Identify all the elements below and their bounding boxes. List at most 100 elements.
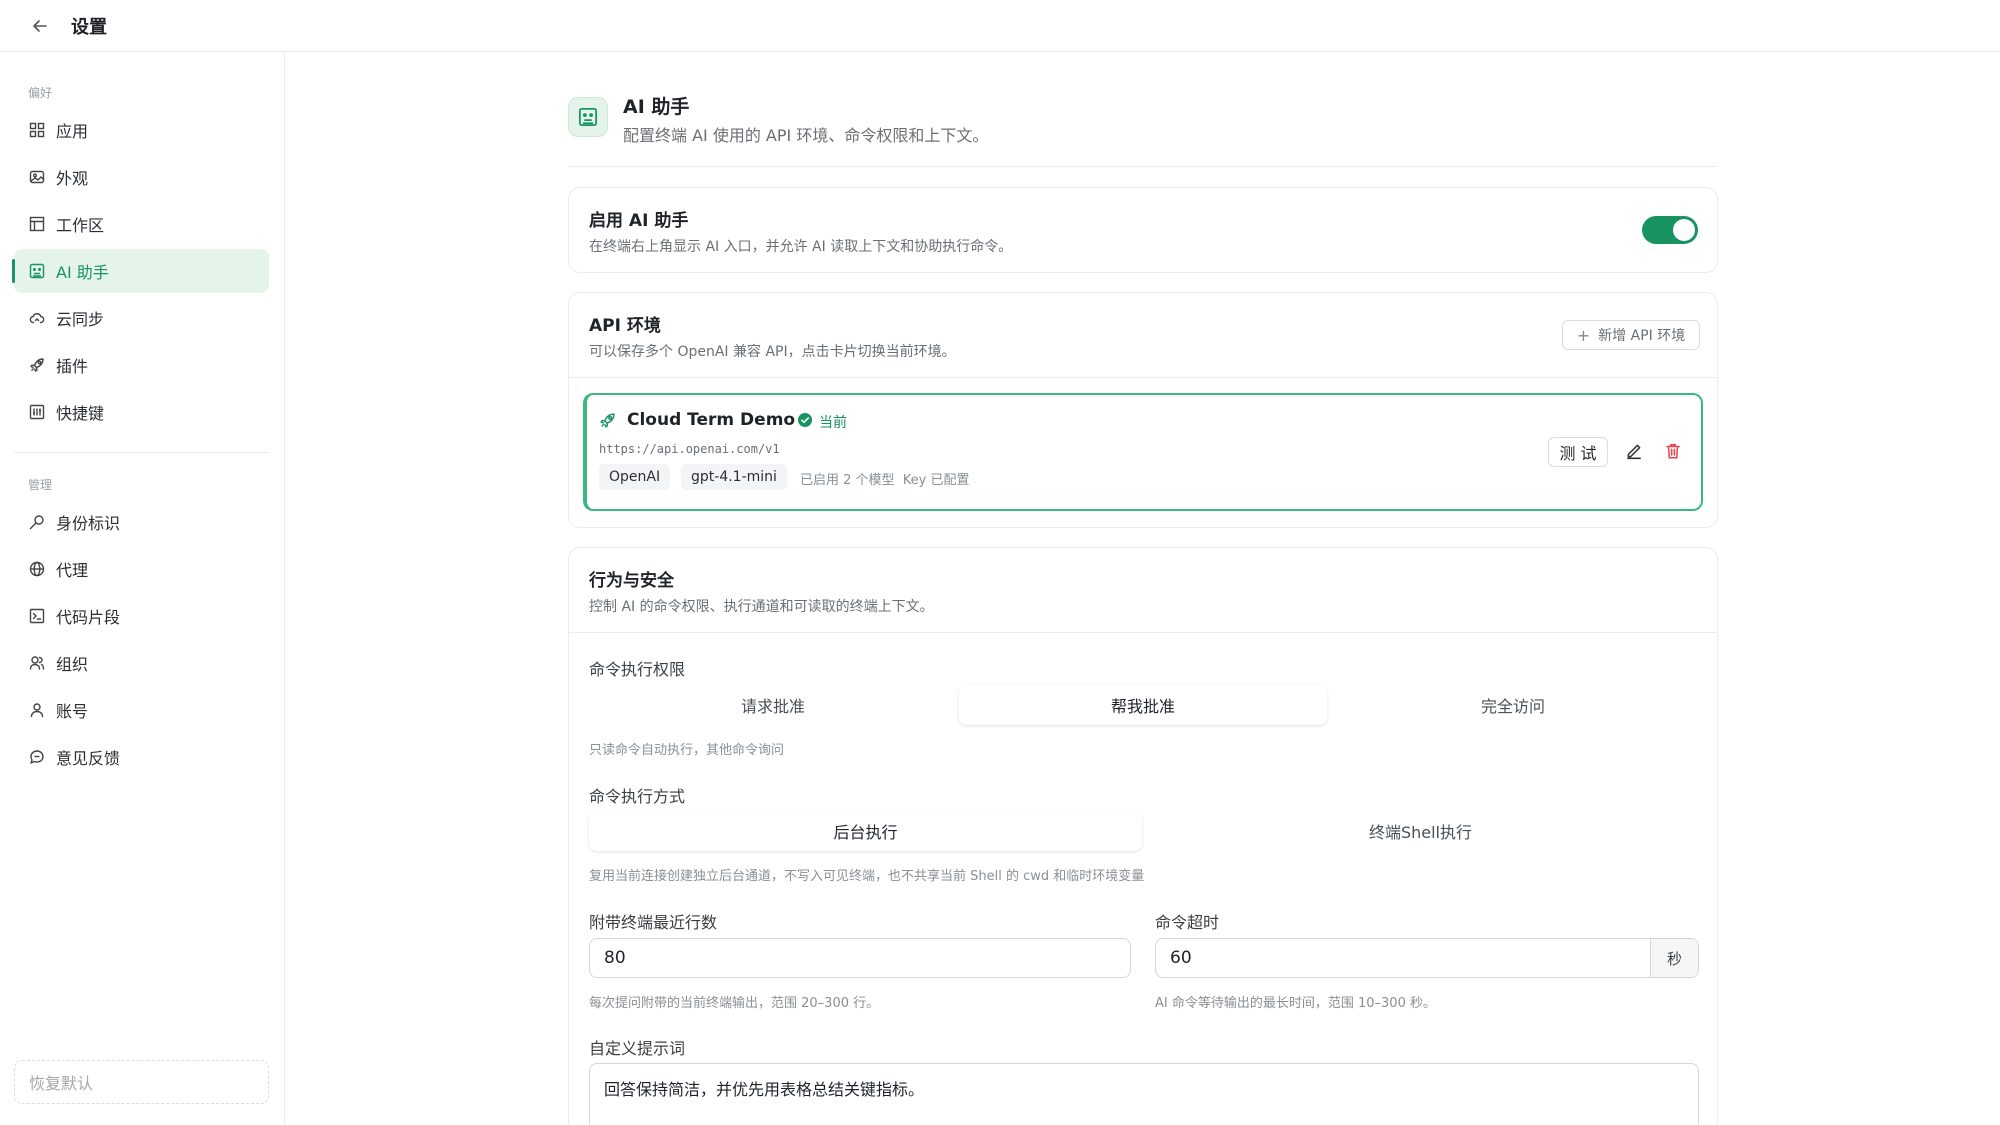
arrow-left-icon — [33, 19, 47, 32]
sidebar-divider — [14, 452, 269, 453]
sidebar-item-label: 应用 — [56, 122, 89, 141]
environment-name: Cloud Term Demo — [627, 410, 796, 430]
exec-mode-option-background[interactable]: 后台执行 — [589, 811, 1142, 851]
sidebar-item-label: 外观 — [56, 169, 89, 188]
sidebar-item-proxy[interactable]: 代理 — [14, 547, 269, 591]
api-environment-item[interactable]: Cloud Term Demo 当前 https://api.openai.co… — [583, 393, 1703, 511]
exec-mode-segmented-control: 后台执行 终端Shell执行 — [589, 811, 1699, 851]
ai-assistant-page-icon — [568, 97, 608, 137]
custom-prompt-textarea[interactable]: 回答保持简洁，并优先用表格总结关键指标。 — [589, 1063, 1699, 1125]
sidebar-item-workspace[interactable]: 工作区 — [14, 202, 269, 246]
behavior-security-card: 行为与安全 控制 AI 的命令权限、执行通道和可读取的终端上下文。 命令执行权限… — [568, 547, 1718, 1125]
permission-option-auto-approve[interactable]: 帮我批准 — [959, 685, 1327, 725]
recent-lines-hint: 每次提问附带的当前终端输出，范围 20–300 行。 — [589, 996, 880, 1011]
sidebar-item-label: 云同步 — [56, 310, 105, 329]
sidebar-item-label: 账号 — [56, 702, 89, 721]
toggle-knob — [1673, 219, 1695, 241]
permission-label: 命令执行权限 — [589, 660, 686, 679]
users-icon — [28, 654, 46, 672]
sidebar-item-apps[interactable]: 应用 — [14, 108, 269, 152]
sidebar-item-snippets[interactable]: 代码片段 — [14, 594, 269, 638]
reset-defaults-button[interactable]: 恢复默认 — [14, 1060, 269, 1104]
api-environment-title: API 环境 — [589, 316, 661, 336]
check-circle-icon — [797, 412, 813, 432]
page-description: 配置终端 AI 使用的 API 环境、命令权限和上下文。 — [623, 126, 989, 145]
exec-mode-option-terminal-shell[interactable]: 终端Shell执行 — [1144, 811, 1697, 851]
add-api-environment-button[interactable]: + 新增 API 环境 — [1562, 320, 1700, 350]
sidebar-item-label: AI 助手 — [56, 263, 109, 282]
sidebar-item-account[interactable]: 账号 — [14, 688, 269, 732]
bot-icon — [579, 108, 597, 126]
permission-hint: 只读命令自动执行，其他命令询问 — [589, 743, 785, 758]
settings-content: AI 助手 配置终端 AI 使用的 API 环境、命令权限和上下文。 启用 AI… — [286, 52, 2000, 1125]
terminal-icon — [28, 607, 46, 625]
sidebar-item-organization[interactable]: 组织 — [14, 641, 269, 685]
exec-mode-hint: 复用当前连接创建独立后台通道，不写入可见终端，也不共享当前 Shell 的 cw… — [589, 869, 1145, 884]
edit-icon[interactable] — [1625, 442, 1643, 464]
recent-lines-input[interactable]: 80 — [589, 938, 1131, 978]
layout-icon — [28, 215, 46, 233]
custom-prompt-label: 自定义提示词 — [589, 1039, 686, 1058]
timeout-input[interactable]: 60 秒 — [1155, 938, 1699, 978]
timeout-label: 命令超时 — [1155, 913, 1220, 932]
section-label-manage: 管理 — [28, 478, 53, 492]
sidebar-item-feedback[interactable]: 意见反馈 — [14, 735, 269, 779]
card-divider — [569, 377, 1717, 378]
current-status-badge: 当前 — [819, 415, 847, 431]
environment-meta: 已启用 2 个模型 Key 已配置 — [800, 473, 970, 488]
rocket-icon — [28, 356, 46, 374]
sidebar-item-shortcuts[interactable]: 快捷键 — [14, 390, 269, 434]
page-divider — [568, 166, 1718, 167]
section-label-preferences: 偏好 — [28, 86, 53, 100]
provider-tag: OpenAI — [599, 464, 671, 490]
top-bar: 设置 — [0, 0, 2000, 52]
permission-option-request-approval[interactable]: 请求批准 — [589, 685, 957, 725]
environment-url: https://api.openai.com/v1 — [599, 442, 780, 456]
timeout-hint: AI 命令等待输出的最长时间，范围 10–300 秒。 — [1155, 996, 1436, 1011]
enable-ai-card: 启用 AI 助手 在终端右上角显示 AI 入口，并允许 AI 读取上下文和协助执… — [568, 187, 1718, 273]
recent-lines-label: 附带终端最近行数 — [589, 913, 718, 932]
enable-ai-title: 启用 AI 助手 — [589, 211, 689, 231]
sidebar-item-label: 代码片段 — [56, 608, 121, 627]
card-divider — [569, 632, 1717, 633]
sidebar-item-label: 代理 — [56, 561, 89, 580]
permission-segmented-control: 请求批准 帮我批准 完全访问 — [589, 685, 1699, 725]
behavior-security-description: 控制 AI 的命令权限、执行通道和可读取的终端上下文。 — [589, 599, 934, 615]
delete-icon[interactable] — [1664, 442, 1682, 464]
sidebar-item-label: 快捷键 — [56, 404, 105, 423]
api-environment-description: 可以保存多个 OpenAI 兼容 API，点击卡片切换当前环境。 — [589, 344, 956, 360]
page-header-title: 设置 — [71, 16, 107, 38]
enable-ai-description: 在终端右上角显示 AI 入口，并允许 AI 读取上下文和协助执行命令。 — [589, 239, 1013, 255]
exec-mode-label: 命令执行方式 — [589, 787, 686, 806]
sidebar-item-label: 意见反馈 — [56, 749, 121, 768]
globe-icon — [28, 560, 46, 578]
enable-ai-toggle[interactable] — [1642, 216, 1698, 244]
sidebar-item-plugins[interactable]: 插件 — [14, 343, 269, 387]
rocket-icon — [599, 412, 616, 433]
sidebar-item-identities[interactable]: 身份标识 — [14, 500, 269, 544]
chat-icon — [28, 748, 46, 766]
sidebar-item-label: 工作区 — [56, 216, 105, 235]
key-icon — [28, 513, 46, 531]
back-button[interactable] — [20, 6, 60, 46]
sidebar-item-label: 插件 — [56, 357, 89, 376]
test-button[interactable]: 测 试 — [1548, 437, 1608, 467]
behavior-security-title: 行为与安全 — [589, 571, 674, 591]
sidebar-item-ai-assistant[interactable]: AI 助手 — [12, 249, 269, 293]
cloud-sync-icon — [28, 309, 46, 327]
page-title: AI 助手 — [623, 96, 690, 118]
sidebar-item-cloud-sync[interactable]: 云同步 — [14, 296, 269, 340]
timeout-value: 60 — [1170, 948, 1192, 968]
sidebar-item-label: 身份标识 — [56, 514, 121, 533]
sidebar: 偏好 应用 外观 工作区 AI 助手 云同步 插件 快捷键 管理 身份标识 代理… — [0, 52, 285, 1125]
bot-icon — [28, 262, 46, 280]
plus-icon: + — [1576, 325, 1591, 345]
model-tag: gpt-4.1-mini — [681, 464, 787, 490]
keyboard-icon — [28, 403, 46, 421]
sidebar-item-appearance[interactable]: 外观 — [14, 155, 269, 199]
add-api-environment-label: 新增 API 环境 — [1598, 328, 1686, 344]
timeout-unit-suffix: 秒 — [1650, 939, 1698, 977]
permission-option-full-access[interactable]: 完全访问 — [1329, 685, 1697, 725]
user-icon — [28, 701, 46, 719]
api-environment-card: API 环境 可以保存多个 OpenAI 兼容 API，点击卡片切换当前环境。 … — [568, 292, 1718, 528]
